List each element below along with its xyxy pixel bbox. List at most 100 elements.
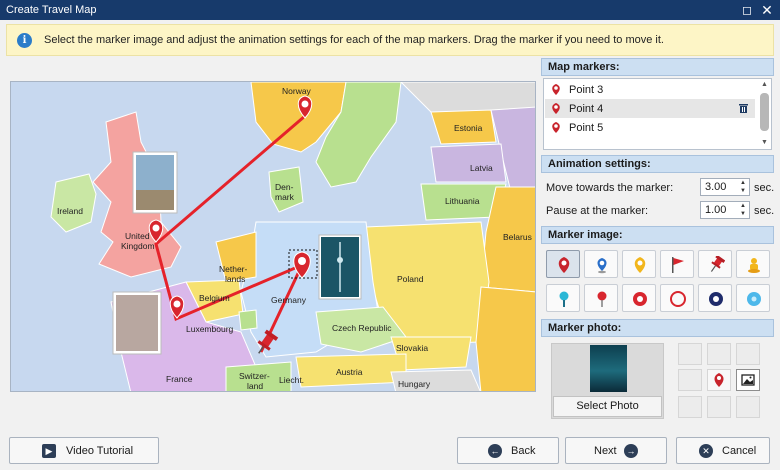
markers-scrollbar[interactable]: ▲ ▼ xyxy=(758,79,771,149)
label-denmark: Den-mark xyxy=(275,182,295,202)
close-icon[interactable]: ✕ xyxy=(758,2,776,18)
video-tutorial-label: Video Tutorial xyxy=(66,445,134,457)
photo-position-bottom[interactable] xyxy=(707,396,731,418)
label-czech: Czech Republic xyxy=(332,323,392,333)
scroll-thumb[interactable] xyxy=(760,93,769,131)
animation-settings-header: Animation settings: xyxy=(541,155,774,173)
country-luxembourg xyxy=(238,309,258,331)
marker-image-blue-dot[interactable] xyxy=(736,284,770,312)
info-bar: i Select the marker image and adjust the… xyxy=(6,24,774,56)
pushpin-icon xyxy=(710,256,725,272)
marker-photo-header: Marker photo: xyxy=(541,319,774,337)
marker-image-yellow-pin[interactable] xyxy=(622,250,656,278)
list-item[interactable]: Point 3 xyxy=(545,80,755,99)
marker-image-red-ring[interactable] xyxy=(622,284,656,312)
marker-label: Point 5 xyxy=(569,122,604,134)
marker-image-blue-pin[interactable] xyxy=(584,250,618,278)
photo-position-left[interactable] xyxy=(678,369,702,391)
country-latvia xyxy=(430,143,507,183)
label-ireland: Ireland xyxy=(57,206,83,216)
label-belgium: Belgium xyxy=(199,293,230,303)
back-button[interactable]: ← Back xyxy=(457,437,559,464)
photo-position-center xyxy=(707,369,731,391)
marker-image-red-circle[interactable] xyxy=(660,284,694,312)
label-belarus: Belarus xyxy=(503,232,532,242)
map-canvas[interactable]: Norway Estonia Latvia Lithuania Den-mark… xyxy=(10,81,536,392)
photo-position-top[interactable] xyxy=(707,343,731,365)
marker-image-red-pin[interactable] xyxy=(546,250,580,278)
pause-value: 1.00 xyxy=(705,204,727,216)
marker-image-red-flag[interactable] xyxy=(660,250,694,278)
label-luxembourg: Luxembourg xyxy=(186,324,234,334)
yellow-pin-icon xyxy=(634,257,646,273)
red-circle-icon xyxy=(670,291,686,307)
label-slovakia: Slovakia xyxy=(396,343,428,353)
navy-ring-icon xyxy=(709,292,723,306)
photo-position-top-right[interactable] xyxy=(736,343,760,365)
next-button[interactable]: Next → xyxy=(565,437,667,464)
maximize-icon[interactable]: ◻ xyxy=(738,2,756,18)
photo-position-right[interactable] xyxy=(736,369,760,391)
move-duration-stepper[interactable]: 3.00 ▲ ▼ xyxy=(700,178,750,196)
move-unit: sec. xyxy=(754,182,775,194)
photo-position-bottom-left[interactable] xyxy=(678,396,702,418)
marker-photo-preview: Select Photo xyxy=(551,343,664,419)
label-uk: United Kingdom xyxy=(121,231,155,251)
cancel-button[interactable]: ✕ Cancel xyxy=(676,437,770,464)
red-flag-icon xyxy=(672,257,684,273)
label-france: France xyxy=(166,374,193,384)
label-poland: Poland xyxy=(397,274,424,284)
image-icon xyxy=(741,374,755,386)
marker-image-teal-pin[interactable] xyxy=(546,284,580,312)
map-markers-header: Map markers: xyxy=(541,58,774,76)
teal-pin-icon xyxy=(559,291,569,307)
europe-map: Norway Estonia Latvia Lithuania Den-mark… xyxy=(11,82,535,391)
info-text: Select the marker image and adjust the a… xyxy=(44,34,664,46)
move-value: 3.00 xyxy=(705,181,727,193)
marker-label: Point 4 xyxy=(569,103,604,115)
list-item[interactable]: Point 5 xyxy=(545,118,755,137)
window-title: Create Travel Map xyxy=(6,4,97,16)
video-tutorial-button[interactable]: ▶ Video Tutorial xyxy=(9,437,159,464)
select-photo-button[interactable]: Select Photo xyxy=(553,396,662,417)
red-pin-icon xyxy=(552,103,560,114)
scroll-down-icon[interactable]: ▼ xyxy=(758,138,771,148)
photo-position-bottom-right[interactable] xyxy=(736,396,760,418)
close-circle-icon: ✕ xyxy=(699,444,713,458)
label-hungary: Hungary xyxy=(398,379,431,389)
red-pin-icon xyxy=(558,257,570,273)
stepper-arrows-icon[interactable]: ▲ ▼ xyxy=(737,179,749,195)
marker-image-navy-ring[interactable] xyxy=(698,284,732,312)
marker-image-yellow-figure[interactable] xyxy=(736,250,770,278)
move-label: Move towards the marker: xyxy=(546,182,674,194)
label-liechtenstein: Liecht. xyxy=(279,375,304,385)
video-icon: ▶ xyxy=(42,444,56,458)
trash-icon[interactable] xyxy=(738,102,749,114)
blue-pin-icon xyxy=(597,258,607,274)
marker-image-red-tack[interactable] xyxy=(584,284,618,312)
photo-position-top-left[interactable] xyxy=(678,343,702,365)
marker-image-pushpin[interactable] xyxy=(698,250,732,278)
marker-label: Point 3 xyxy=(569,84,604,96)
title-bar: Create Travel Map ◻ ✕ xyxy=(0,0,780,20)
arrow-right-icon: → xyxy=(624,444,638,458)
pause-label: Pause at the marker: xyxy=(546,205,649,217)
stepper-arrows-icon[interactable]: ▲ ▼ xyxy=(737,202,749,218)
list-item[interactable]: Point 4 xyxy=(545,99,755,118)
label-lithuania: Lithuania xyxy=(445,196,480,206)
label-estonia: Estonia xyxy=(454,123,483,133)
arrow-left-icon: ← xyxy=(488,444,502,458)
red-tack-icon xyxy=(597,291,607,307)
blue-dot-icon xyxy=(747,292,761,306)
back-label: Back xyxy=(511,445,536,457)
red-ring-icon xyxy=(633,292,647,306)
pause-duration-stepper[interactable]: 1.00 ▲ ▼ xyxy=(700,201,750,219)
label-germany: Germany xyxy=(271,295,307,305)
markers-list[interactable]: Point 3 Point 4 Point 5 ▲ ▼ xyxy=(543,78,772,150)
red-pin-icon xyxy=(552,84,560,95)
label-norway: Norway xyxy=(282,86,312,96)
label-latvia: Latvia xyxy=(470,163,493,173)
info-icon: i xyxy=(17,33,32,48)
cancel-label: Cancel xyxy=(722,445,757,457)
scroll-up-icon[interactable]: ▲ xyxy=(758,80,771,90)
